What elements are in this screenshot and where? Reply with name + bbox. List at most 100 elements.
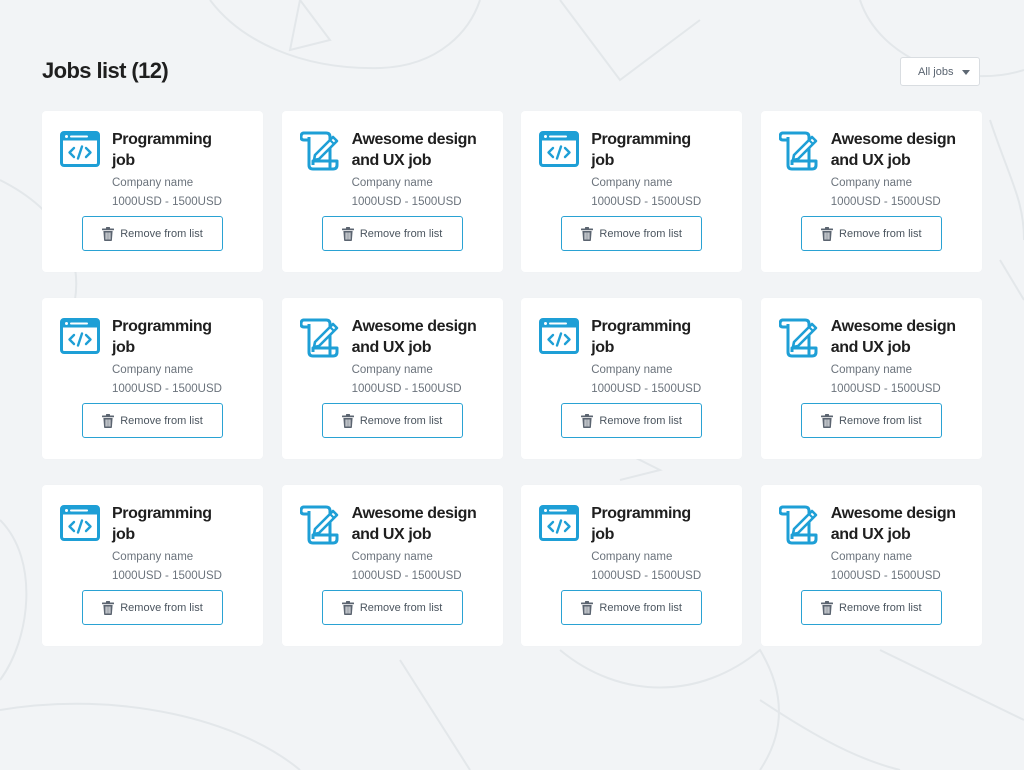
company-name: Company name	[112, 177, 194, 189]
job-title: Programming job	[591, 318, 691, 356]
job-info: Awesome design and UX job Company name 1…	[352, 316, 495, 396]
job-title: Programming job	[591, 505, 691, 543]
job-title: Programming job	[112, 131, 212, 169]
company-name: Company name	[830, 551, 912, 563]
code-window-icon	[60, 318, 100, 358]
remove-from-list-button[interactable]: Remove from list	[82, 403, 223, 438]
remove-button-label: Remove from list	[359, 414, 443, 427]
remove-from-list-button[interactable]: Remove from list	[82, 216, 223, 251]
remove-button-label: Remove from list	[120, 414, 203, 427]
job-info: Awesome design and UX job Company name 1…	[352, 503, 495, 583]
remove-from-list-button[interactable]: Remove from list	[321, 216, 463, 251]
code-window-icon	[60, 131, 100, 171]
salary-range: 1000USD - 1500USD	[351, 196, 462, 208]
company-name: Company name	[351, 551, 433, 563]
job-card-design: Awesome design and UX job Company name 1…	[281, 485, 503, 646]
remove-button-label: Remove from list	[839, 227, 922, 240]
remove-from-list-button[interactable]: Remove from list	[800, 590, 942, 625]
jobs-filter-value: All jobs	[918, 65, 954, 78]
job-card-design: Awesome design and UX job Company name 1…	[760, 485, 982, 646]
trash-icon	[821, 226, 834, 241]
trash-icon	[341, 413, 354, 428]
design-scroll-icon	[299, 318, 340, 358]
design-scroll-icon	[299, 505, 340, 545]
company-name: Company name	[112, 364, 194, 376]
code-window-icon	[60, 505, 100, 545]
job-card-programming: Programming job Company name 1000USD - 1…	[42, 298, 263, 459]
job-card-programming: Programming job Company name 1000USD - 1…	[521, 485, 743, 646]
remove-from-list-button[interactable]: Remove from list	[800, 216, 942, 251]
salary-range: 1000USD - 1500USD	[351, 383, 462, 395]
remove-from-list-button[interactable]: Remove from list	[561, 590, 703, 625]
job-card-programming: Programming job Company name 1000USD - 1…	[521, 298, 743, 459]
job-info: Programming job Company name 1000USD - 1…	[591, 129, 734, 209]
jobs-page: Jobs list (12) All jobs Programming job …	[0, 0, 1024, 770]
remove-button-label: Remove from list	[599, 414, 682, 427]
remove-from-list-button[interactable]: Remove from list	[321, 403, 463, 438]
trash-icon	[102, 413, 115, 428]
job-title: Programming job	[112, 318, 212, 356]
salary-range: 1000USD - 1500USD	[830, 570, 941, 582]
job-info: Awesome design and UX job Company name 1…	[831, 316, 974, 396]
remove-from-list-button[interactable]: Remove from list	[82, 590, 223, 625]
company-name: Company name	[591, 551, 673, 563]
design-scroll-icon	[778, 318, 819, 358]
remove-button-label: Remove from list	[839, 601, 922, 614]
job-title: Awesome design and UX job	[830, 505, 956, 543]
job-card-design: Awesome design and UX job Company name 1…	[760, 298, 982, 459]
remove-button-label: Remove from list	[599, 227, 682, 240]
job-info: Awesome design and UX job Company name 1…	[831, 503, 974, 583]
remove-button-label: Remove from list	[120, 227, 203, 240]
job-title: Programming job	[112, 505, 212, 543]
job-card-programming: Programming job Company name 1000USD - 1…	[42, 111, 263, 272]
job-title: Awesome design and UX job	[351, 131, 477, 169]
job-info: Programming job Company name 1000USD - 1…	[112, 316, 255, 396]
caret-down-icon	[962, 70, 970, 75]
company-name: Company name	[112, 551, 194, 563]
job-info: Programming job Company name 1000USD - 1…	[591, 316, 734, 396]
job-info: Programming job Company name 1000USD - 1…	[591, 503, 734, 583]
job-title: Awesome design and UX job	[351, 318, 477, 356]
job-card-design: Awesome design and UX job Company name 1…	[281, 298, 503, 459]
salary-range: 1000USD - 1500USD	[112, 570, 222, 582]
company-name: Company name	[591, 364, 673, 376]
job-title: Awesome design and UX job	[830, 131, 956, 169]
company-name: Company name	[830, 177, 912, 189]
job-info: Awesome design and UX job Company name 1…	[352, 129, 495, 209]
job-card-design: Awesome design and UX job Company name 1…	[760, 111, 982, 272]
remove-from-list-button[interactable]: Remove from list	[561, 216, 703, 251]
job-title: Programming job	[591, 131, 691, 169]
page-title: Jobs list (12)	[42, 58, 169, 83]
job-card-design: Awesome design and UX job Company name 1…	[281, 111, 503, 272]
code-window-icon	[539, 131, 580, 171]
remove-from-list-button[interactable]: Remove from list	[800, 403, 942, 438]
remove-from-list-button[interactable]: Remove from list	[321, 590, 463, 625]
job-title: Awesome design and UX job	[351, 505, 477, 543]
company-name: Company name	[351, 364, 433, 376]
remove-button-label: Remove from list	[359, 601, 443, 614]
trash-icon	[341, 600, 354, 615]
company-name: Company name	[591, 177, 673, 189]
design-scroll-icon	[778, 131, 819, 171]
salary-range: 1000USD - 1500USD	[112, 383, 222, 395]
trash-icon	[102, 600, 115, 615]
company-name: Company name	[830, 364, 912, 376]
jobs-filter-dropdown[interactable]: All jobs	[900, 57, 980, 86]
trash-icon	[581, 226, 594, 241]
salary-range: 1000USD - 1500USD	[591, 196, 702, 208]
jobs-grid: Programming job Company name 1000USD - 1…	[42, 111, 982, 646]
job-info: Awesome design and UX job Company name 1…	[831, 129, 974, 209]
trash-icon	[821, 600, 834, 615]
design-scroll-icon	[778, 505, 819, 545]
design-scroll-icon	[299, 131, 340, 171]
job-card-programming: Programming job Company name 1000USD - 1…	[521, 111, 743, 272]
trash-icon	[341, 226, 354, 241]
remove-button-label: Remove from list	[359, 227, 443, 240]
job-title: Awesome design and UX job	[830, 318, 956, 356]
job-info: Programming job Company name 1000USD - 1…	[112, 503, 255, 583]
salary-range: 1000USD - 1500USD	[351, 570, 462, 582]
code-window-icon	[539, 318, 580, 358]
trash-icon	[102, 226, 115, 241]
trash-icon	[821, 413, 834, 428]
remove-from-list-button[interactable]: Remove from list	[561, 403, 703, 438]
